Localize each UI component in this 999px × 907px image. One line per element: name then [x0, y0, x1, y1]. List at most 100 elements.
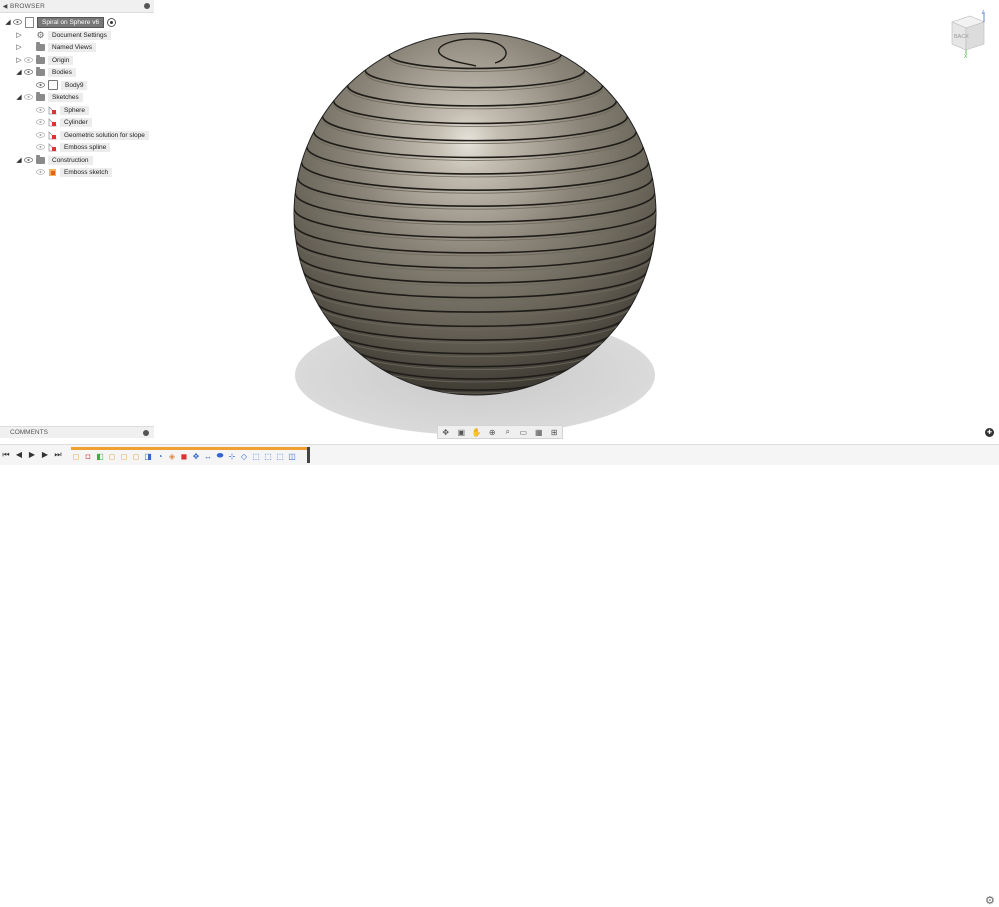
step-forward-icon[interactable]: ▶	[41, 450, 49, 459]
timeline-feature-icon[interactable]: ◈	[167, 451, 177, 461]
tree-item-label[interactable]: Geometric solution for slope	[60, 130, 149, 140]
timeline-feature-icon[interactable]: ◻	[131, 451, 141, 461]
viewports-icon[interactable]: ⊞	[549, 428, 559, 437]
timeline-feature-icon[interactable]: ◻	[119, 451, 129, 461]
timeline-features: ◻ ◘ ◧ ◻ ◻ ◻ ◨ ◔ ◈ ◼ ✥ ↔ ⬬ ⊹ ◇ ⬚ ⬚ ⬚ ◫	[71, 451, 297, 461]
visibility-eye-icon[interactable]	[23, 156, 33, 164]
timeline-marker[interactable]	[307, 447, 310, 463]
sketch-icon	[48, 142, 57, 152]
browser-panel-header: ◀ BROWSER	[0, 0, 154, 13]
collapse-triangle-icon[interactable]: ◢	[15, 93, 23, 101]
tree-item-body9[interactable]: Body9	[35, 79, 88, 91]
zoom-window-icon[interactable]: ⌕	[503, 427, 513, 436]
root-component-label[interactable]: Spiral on Sphere v6	[37, 16, 105, 28]
folder-icon	[36, 155, 45, 164]
axis-z-label: Z	[982, 10, 985, 16]
visibility-eye-icon[interactable]	[23, 93, 33, 101]
pan-icon[interactable]: ✋	[472, 428, 482, 437]
tree-item-bodies[interactable]: ◢ Bodies	[15, 66, 76, 78]
add-comment-icon[interactable]	[143, 429, 149, 436]
visibility-eye-icon[interactable]	[35, 81, 45, 89]
tree-item-sketch-emboss-spline[interactable]: Emboss spline	[35, 141, 111, 153]
timeline-feature-icon[interactable]: ◫	[287, 451, 297, 461]
visibility-eye-icon[interactable]	[23, 56, 33, 64]
timeline-bar: ⏮ ◀ ▶ ▶ ⏭ ◻ ◘ ◧ ◻ ◻ ◻ ◨ ◔ ◈ ◼ ✥ ↔ ⬬ ⊹ ◇ ⬚ ⬚ ⬚ ◫ ⚙	[0, 444, 999, 907]
help-icon[interactable]: ✚	[985, 428, 994, 437]
tree-item-origin[interactable]: ▷ Origin	[15, 54, 74, 66]
timeline-feature-icon[interactable]: ◇	[239, 451, 249, 461]
timeline-feature-icon[interactable]: ⬚	[251, 451, 261, 461]
timeline-feature-icon[interactable]: ⬚	[275, 451, 285, 461]
visibility-eye-icon[interactable]	[35, 106, 45, 114]
body-icon	[48, 80, 58, 90]
timeline-feature-icon[interactable]: ◻	[107, 451, 117, 461]
collapse-triangle-icon[interactable]: ◢	[4, 18, 12, 26]
tree-item-sketches[interactable]: ◢ Sketches	[15, 91, 83, 103]
tree-item-label[interactable]: Named Views	[48, 42, 96, 52]
model-viewport[interactable]	[280, 20, 700, 440]
visibility-eye-icon[interactable]	[35, 168, 45, 176]
timeline-track[interactable]: ◻ ◘ ◧ ◻ ◻ ◻ ◨ ◔ ◈ ◼ ✥ ↔ ⬬ ⊹ ◇ ⬚ ⬚ ⬚ ◫	[71, 447, 310, 463]
tree-item-label[interactable]: Sphere	[60, 105, 89, 115]
tree-item-label[interactable]: Body9	[61, 80, 88, 90]
sketch-icon	[48, 117, 57, 127]
tree-item-label[interactable]: Cylinder	[60, 117, 92, 127]
folder-icon	[36, 92, 45, 101]
step-back-icon[interactable]: ◀	[15, 450, 23, 459]
viewcube-face-back[interactable]: BACK	[954, 34, 969, 40]
tree-item-emboss-sketch[interactable]: Emboss sketch	[35, 166, 113, 178]
expand-triangle-icon[interactable]: ▷	[15, 43, 23, 51]
tree-item-sketch-cylinder[interactable]: Cylinder	[35, 116, 92, 128]
timeline-feature-icon[interactable]: ↔	[203, 451, 213, 461]
comments-title: COMMENTS	[10, 429, 48, 436]
collapse-triangle-icon[interactable]: ◢	[15, 156, 23, 164]
tree-root-row[interactable]: ◢ Spiral on Sphere v6	[4, 16, 117, 28]
display-settings-icon[interactable]: ▭	[518, 428, 528, 437]
navigation-toolbar: ✥ ▣ ✋ ⊕ ⌕ ▭ ▦ ⊞	[437, 425, 563, 439]
collapse-arrow-icon[interactable]: ◀	[0, 3, 10, 10]
look-at-icon[interactable]: ▣	[456, 428, 466, 437]
expand-triangle-icon[interactable]: ▷	[15, 31, 23, 39]
tree-item-label[interactable]: Bodies	[48, 67, 76, 77]
go-to-start-icon[interactable]: ⏮	[2, 450, 10, 459]
go-to-end-icon[interactable]: ⏭	[54, 450, 62, 459]
tree-item-label[interactable]: Document Settings	[48, 30, 111, 40]
timeline-feature-icon[interactable]: ⊹	[227, 451, 237, 461]
viewcube[interactable]: BACK Z X	[944, 10, 990, 60]
tree-item-label[interactable]: Origin	[48, 55, 74, 65]
axis-x-label: X	[964, 54, 968, 58]
visibility-eye-icon[interactable]	[35, 118, 45, 126]
play-icon[interactable]: ▶	[28, 450, 36, 459]
panel-options-icon[interactable]	[144, 3, 150, 9]
timeline-feature-icon[interactable]: ⬚	[263, 451, 273, 461]
sketch-icon	[48, 130, 57, 140]
tree-item-construction[interactable]: ◢ Construction	[15, 154, 93, 166]
tree-item-named-views[interactable]: ▷ Named Views	[15, 41, 96, 53]
tree-item-sketch-geometric-solution[interactable]: Geometric solution for slope	[35, 129, 149, 141]
tree-item-label[interactable]: Construction	[48, 155, 93, 165]
tree-item-label[interactable]: Emboss spline	[60, 142, 111, 152]
visibility-eye-icon[interactable]	[35, 131, 45, 139]
timeline-feature-icon[interactable]: ✥	[191, 451, 201, 461]
timeline-feature-icon[interactable]: ◔	[155, 451, 165, 461]
timeline-feature-icon[interactable]: ◼	[179, 451, 189, 461]
tree-item-label[interactable]: Sketches	[48, 92, 83, 102]
visibility-eye-icon[interactable]	[35, 143, 45, 151]
tree-item-document-settings[interactable]: ▷ ⚙ Document Settings	[15, 29, 111, 41]
timeline-feature-icon[interactable]: ⬬	[215, 451, 225, 461]
timeline-feature-icon[interactable]: ◻	[71, 451, 81, 461]
grid-icon[interactable]: ▦	[534, 428, 544, 437]
timeline-feature-icon[interactable]: ◧	[95, 451, 105, 461]
timeline-feature-icon[interactable]: ◘	[83, 451, 93, 461]
collapse-triangle-icon[interactable]: ◢	[15, 68, 23, 76]
tree-item-label[interactable]: Emboss sketch	[60, 167, 113, 177]
visibility-eye-icon[interactable]	[23, 68, 33, 76]
timeline-feature-icon[interactable]: ◨	[143, 451, 153, 461]
activate-radio-icon[interactable]	[107, 17, 117, 27]
orbit-icon[interactable]: ✥	[441, 428, 451, 437]
tree-item-sketch-sphere[interactable]: Sphere	[35, 104, 89, 116]
timeline-settings-gear-icon[interactable]: ⚙	[985, 894, 995, 907]
visibility-eye-icon[interactable]	[12, 18, 22, 26]
expand-triangle-icon[interactable]: ▷	[15, 56, 23, 64]
zoom-icon[interactable]: ⊕	[487, 428, 497, 437]
